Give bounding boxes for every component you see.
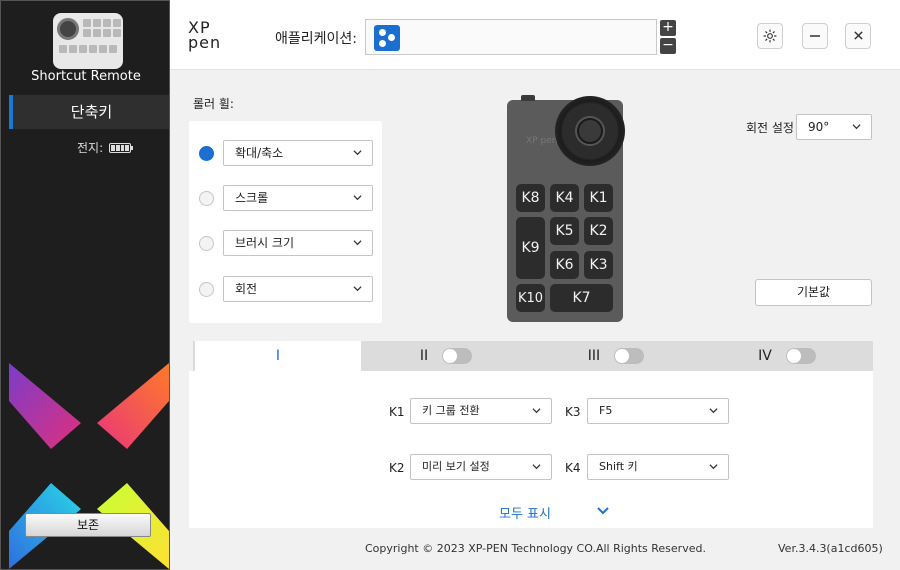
key-select-k2[interactable]: 미리 보기 설정 (410, 454, 552, 480)
roller-option-scroll: 스크롤 (199, 185, 373, 211)
remove-application-button[interactable]: − (660, 38, 676, 54)
device-knob-icon (57, 18, 79, 40)
roller-option-rotate: 회전 (199, 276, 373, 302)
device-key-k8[interactable]: K8 (516, 184, 545, 212)
chevron-down-icon (852, 124, 861, 130)
device-key-k5[interactable]: K5 (550, 217, 579, 245)
chevron-down-icon (532, 408, 541, 414)
chevron-down-icon (709, 408, 718, 414)
group-2-toggle[interactable] (442, 348, 473, 364)
sidebar: Shortcut Remote 단축키 전지: 보존 (0, 0, 170, 570)
key-mapping-panel: K1 키 그룹 전환 K3 F5 K2 미리 보기 설정 K4 Shift 키 … (189, 371, 873, 528)
device-key-k7[interactable]: K7 (550, 284, 613, 312)
roller-option-brush-size: 브러시 크기 (199, 230, 373, 256)
save-button[interactable]: 보존 (25, 513, 151, 537)
key-select-k1[interactable]: 키 그룹 전환 (410, 398, 552, 424)
roller-wheel-label: 롤러 휠: (193, 97, 234, 111)
decorative-x-graphic (9, 363, 169, 569)
group-3-toggle[interactable] (614, 348, 645, 364)
version-text: Ver.3.4.3(a1cd605) (778, 542, 883, 555)
roller-wheel[interactable] (555, 96, 625, 166)
all-apps-icon[interactable] (374, 25, 400, 51)
device-brand-mark: XP pen (526, 136, 558, 146)
tab-group-2[interactable]: II (361, 341, 531, 371)
radio-rotate[interactable] (199, 281, 214, 297)
chevron-down-icon (353, 286, 362, 292)
roller-select-scroll[interactable]: 스크롤 (223, 185, 373, 211)
radio-scroll[interactable] (199, 190, 214, 206)
group-4-toggle[interactable] (785, 348, 816, 364)
key-group-tabs: I II III IV (193, 341, 873, 371)
device-thumbnail[interactable] (53, 13, 123, 69)
key-select-k4[interactable]: Shift 키 (587, 454, 729, 480)
chevron-down-icon (709, 464, 718, 470)
battery-label: 전지: (77, 141, 104, 155)
device-key-k10[interactable]: K10 (516, 284, 545, 312)
device-name: Shortcut Remote (31, 69, 141, 84)
roller-select-zoom[interactable]: 확대/축소 (223, 140, 373, 166)
add-application-button[interactable]: + (660, 20, 676, 36)
tab-group-3[interactable]: III (531, 341, 701, 371)
close-icon (853, 31, 863, 40)
battery-status: 전지: (77, 139, 134, 156)
rotation-label: 회전 설정 (746, 121, 794, 135)
close-button[interactable] (845, 23, 871, 49)
roller-wheel-panel: 확대/축소 스크롤 브러시 크기 회전 (189, 121, 382, 323)
wheel-center-button[interactable] (577, 118, 603, 144)
device-key-k4[interactable]: K4 (550, 184, 579, 212)
key-label-k4: K4 (565, 461, 581, 475)
key-label-k1: K1 (389, 405, 405, 419)
roller-select-brush-size[interactable]: 브러시 크기 (223, 230, 373, 256)
copyright-text: Copyright © 2023 XP-PEN Technology CO.Al… (365, 542, 706, 555)
tab-group-4[interactable]: IV (701, 341, 873, 371)
chevron-down-icon (532, 464, 541, 470)
device-key-k3[interactable]: K3 (584, 251, 613, 279)
application-selector[interactable] (365, 19, 657, 55)
minimize-button[interactable] (802, 23, 828, 49)
rotation-select[interactable]: 90° (796, 114, 872, 140)
shortcut-remote-illustration: XP pen K8 K4 K1 K9 K5 K2 K6 K3 K10 K7 (507, 95, 625, 322)
chevron-down-icon (353, 150, 362, 156)
key-select-k3[interactable]: F5 (587, 398, 729, 424)
show-all-link[interactable]: 모두 표시 (499, 503, 551, 522)
settings-button[interactable] (757, 23, 783, 49)
xppen-logo: XP pen (188, 18, 222, 52)
roller-select-rotate[interactable]: 회전 (223, 276, 373, 302)
chevron-down-icon[interactable] (597, 506, 609, 516)
key-label-k2: K2 (389, 461, 405, 475)
key-label-k3: K3 (565, 405, 581, 419)
sidebar-item-shortcut[interactable]: 단축키 (9, 95, 169, 129)
tab-group-1[interactable]: I (195, 341, 361, 371)
application-label: 애플리케이션: (275, 31, 357, 47)
roller-option-zoom: 확대/축소 (199, 140, 373, 166)
gear-icon (763, 29, 777, 43)
device-key-k2[interactable]: K2 (584, 217, 613, 245)
restore-default-button[interactable]: 기본값 (755, 279, 872, 306)
device-key-k9[interactable]: K9 (516, 217, 545, 279)
minimize-icon (810, 35, 820, 37)
radio-brush-size[interactable] (199, 235, 214, 251)
radio-zoom[interactable] (199, 145, 214, 161)
main-panel: 롤러 휠: 확대/축소 스크롤 브러시 크기 회전 XP pen K8 K4 K… (170, 70, 900, 570)
battery-icon (109, 142, 134, 153)
chevron-down-icon (353, 195, 362, 201)
chevron-down-icon (353, 240, 362, 246)
device-key-k1[interactable]: K1 (584, 184, 613, 212)
device-key-k6[interactable]: K6 (550, 251, 579, 279)
header: XP pen 애플리케이션: + − (170, 0, 900, 70)
